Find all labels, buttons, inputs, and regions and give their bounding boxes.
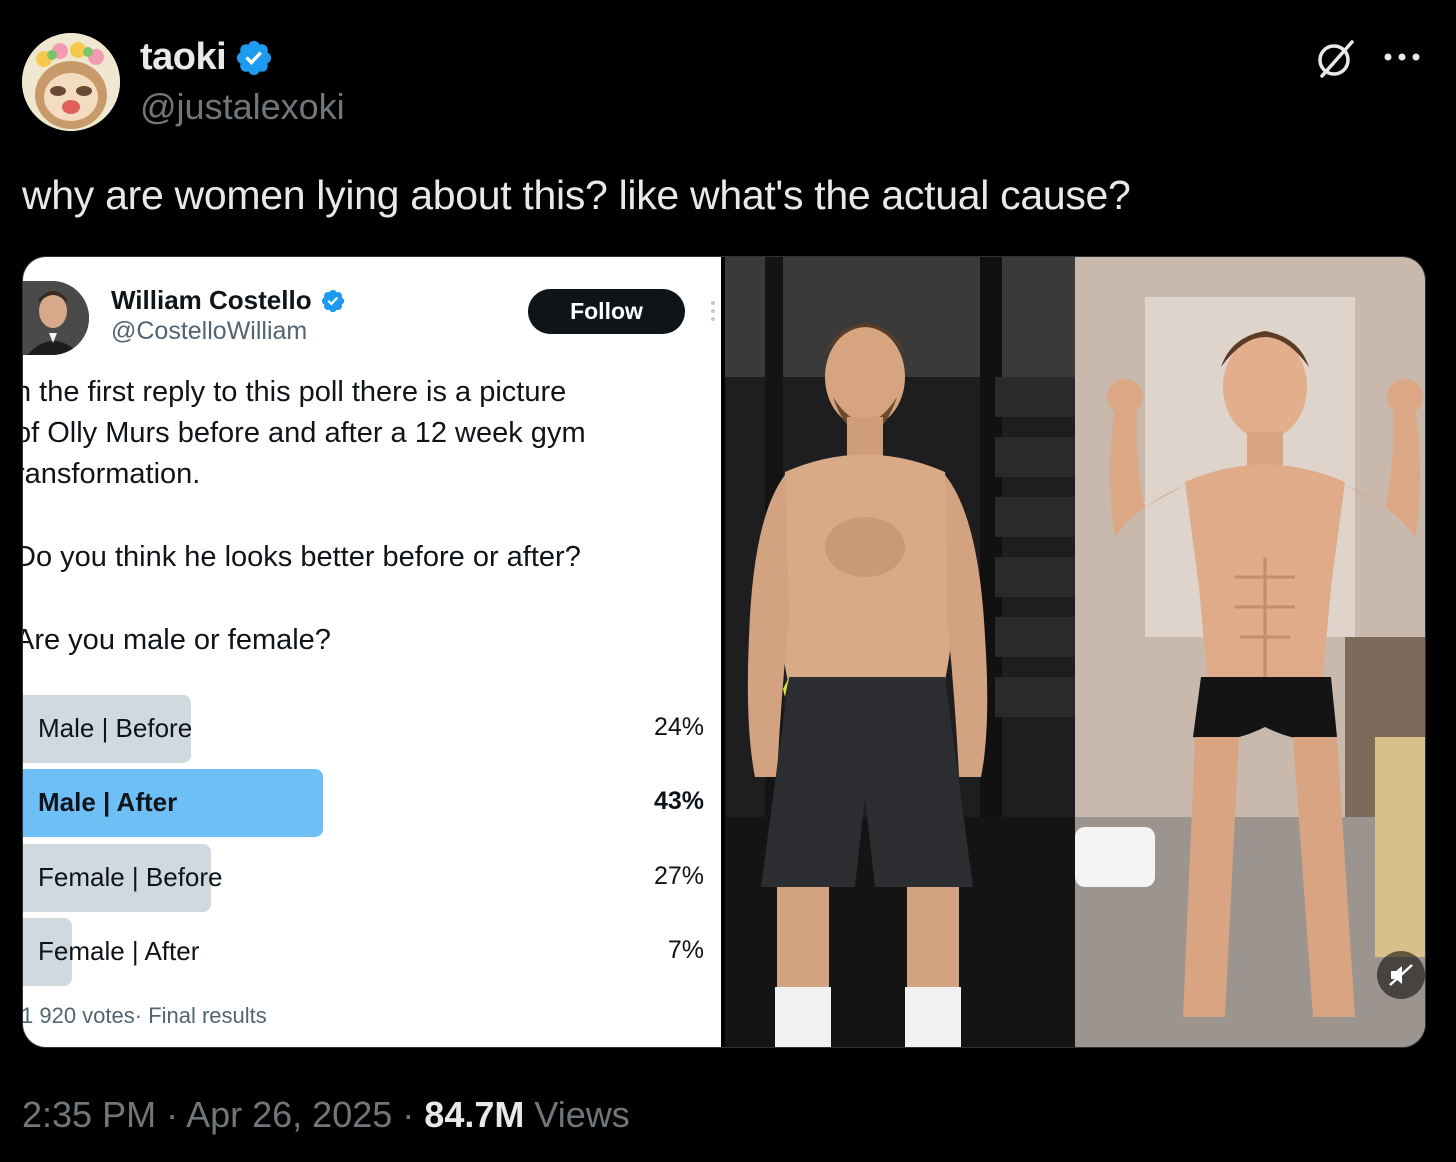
- poll-option-label: Male | After: [38, 787, 178, 817]
- separator: ·: [402, 1094, 415, 1135]
- poll-option: Female | Before 27%: [23, 844, 721, 912]
- poll-text-line: ransformation.: [23, 458, 201, 490]
- author-name-row: taoki: [140, 36, 274, 79]
- views-count[interactable]: 84.7M: [424, 1094, 524, 1135]
- poll-option-percent: 27%: [653, 862, 704, 890]
- poll-question: Do you think he looks better before or a…: [23, 541, 581, 573]
- more-options-icon[interactable]: [1380, 42, 1424, 72]
- author-name[interactable]: taoki: [140, 36, 227, 79]
- tweet-time[interactable]: 2:35 PM: [22, 1094, 156, 1135]
- quoted-author-handle: @CostelloWilliam: [111, 317, 308, 345]
- poll-text-line: of Olly Murs before and after a 12 week …: [23, 417, 586, 449]
- man-portrait-icon: [23, 281, 89, 355]
- shirtless-man-gym-after-icon: [1075, 257, 1425, 1047]
- views-label: Views: [534, 1094, 630, 1135]
- poll-text: n the first reply to this poll there is …: [23, 372, 705, 661]
- more-options-icon: [711, 301, 715, 321]
- poll-option: Female | After 7%: [23, 918, 721, 986]
- poll-text-line: n the first reply to this poll there is …: [23, 376, 567, 408]
- tweet-metadata: 2:35 PM · Apr 26, 2025 · 84.7M Views: [22, 1094, 630, 1136]
- poll-option: Male | After 43%: [23, 769, 721, 837]
- separator: ·: [166, 1094, 179, 1135]
- verified-badge-icon: [321, 289, 344, 312]
- poll-option-percent: 7%: [667, 936, 704, 964]
- before-photo: [725, 257, 1075, 1047]
- tweet-text: why are women lying about this? like wha…: [22, 172, 1131, 218]
- shirtless-man-gym-before-icon: [725, 257, 1075, 1047]
- author-avatar[interactable]: [22, 33, 120, 131]
- quoted-author-name: William Costello: [111, 285, 312, 315]
- verified-badge-icon: [237, 40, 272, 75]
- poll-option-label: Female | After: [38, 936, 200, 966]
- muted-speaker-icon[interactable]: [1377, 951, 1425, 999]
- poll-question: Are you male or female?: [23, 624, 331, 656]
- poll-option-percent: 43%: [653, 787, 704, 815]
- poll-option-percent: 24%: [653, 713, 704, 741]
- quoted-author-name-row: William Costello: [111, 285, 346, 316]
- follow-button: Follow: [528, 289, 685, 334]
- tweet-date[interactable]: Apr 26, 2025: [186, 1094, 392, 1135]
- poll-option-label: Female | Before: [38, 862, 223, 892]
- author-handle[interactable]: @justalexoki: [140, 86, 345, 128]
- quoted-author-avatar: [23, 281, 89, 355]
- grok-icon[interactable]: [1312, 36, 1358, 82]
- poll-footer: 1 920 votes· Final results: [23, 1003, 267, 1028]
- after-photo: [1075, 257, 1425, 1047]
- media-card[interactable]: William Costello @CostelloWilliam Follow…: [22, 256, 1426, 1048]
- quoted-poll-screenshot: William Costello @CostelloWilliam Follow…: [23, 257, 721, 1047]
- poll-option-label: Male | Before: [38, 713, 193, 743]
- sloth-avatar-icon: [22, 33, 120, 131]
- poll-option: Male | Before 24%: [23, 695, 721, 763]
